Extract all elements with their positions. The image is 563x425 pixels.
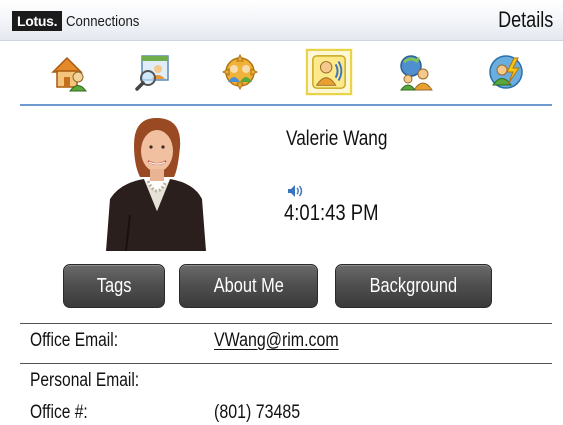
lotus-logo-text: Lotus. (12, 11, 63, 31)
office-email-link[interactable]: VWang@rim.com (214, 330, 339, 352)
search-directory-icon (135, 55, 169, 91)
office-email-label: Office Email: (30, 330, 119, 351)
toolbar-profile-button[interactable] (305, 48, 353, 96)
background-button-label: Background (369, 274, 458, 297)
field-divider (20, 363, 552, 364)
profile-photo (104, 115, 208, 251)
local-time: 4:01:43 PM (284, 200, 379, 225)
person-name: Valerie Wang (286, 127, 388, 150)
screen-title: Details (497, 7, 553, 32)
toolbar-home-button[interactable] (45, 48, 93, 96)
toolbar-network-button[interactable] (392, 48, 440, 96)
personal-email-label: Personal Email: (30, 370, 140, 391)
product-name: Connections (66, 12, 140, 30)
background-button[interactable]: Background (335, 264, 492, 308)
tags-button-label: Tags (96, 274, 132, 297)
navigation-toolbar (0, 42, 563, 102)
tags-button[interactable]: Tags (63, 264, 165, 308)
toolbar-activities-button[interactable] (482, 48, 530, 96)
about-me-button[interactable]: About Me (179, 264, 318, 308)
home-people-icon (51, 56, 87, 92)
communities-icon (221, 53, 259, 91)
brand-logo: Lotus. Connections (12, 10, 150, 32)
about-me-button-label: About Me (213, 274, 284, 297)
title-bar: Lotus. Connections Details (0, 0, 563, 41)
toolbar-search-button[interactable] (130, 48, 178, 96)
toolbar-communities-button[interactable] (216, 48, 264, 96)
office-phone-label: Office #: (30, 402, 88, 423)
activity-bolt-icon (489, 55, 523, 89)
profile-audio-icon (312, 55, 346, 89)
office-phone-value[interactable]: (801) 73485 (214, 402, 300, 424)
toolbar-divider (20, 104, 552, 106)
network-refresh-icon (400, 55, 433, 91)
speaker-icon (288, 185, 303, 197)
field-divider (20, 323, 552, 324)
